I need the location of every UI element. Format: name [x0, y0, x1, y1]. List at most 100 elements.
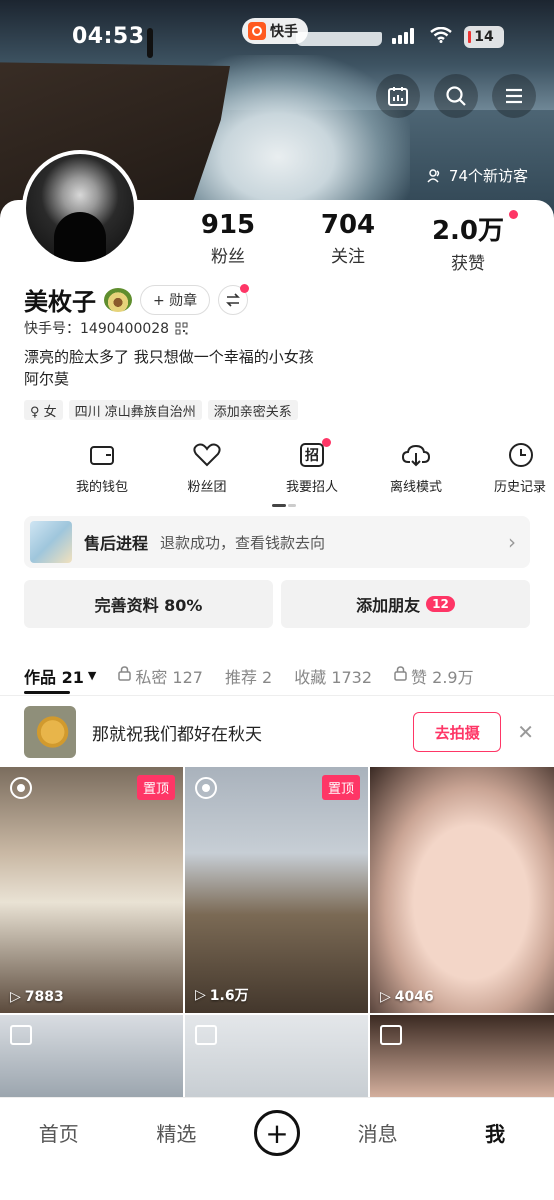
stat-label: 关注 [331, 247, 365, 267]
create-button[interactable]: + [253, 1110, 300, 1156]
menu-button[interactable] [492, 74, 536, 118]
tool-recruit[interactable]: 招 我要招人 [262, 438, 362, 495]
play-icon: ▷ [195, 987, 206, 1003]
play-count: ▷ 7883 [10, 989, 64, 1005]
kuaishou-logo-icon [248, 22, 266, 40]
stat-label: 获赞 [451, 254, 485, 274]
wifi-icon [430, 24, 452, 48]
play-count-value: 1.6万 [209, 988, 249, 1004]
avatar[interactable] [22, 150, 138, 266]
tool-label: 历史记录 [494, 480, 547, 495]
profile-tags: ♀ 女 四川 凉山彝族自治州 添加亲密关系 [24, 400, 298, 420]
tab-recommend[interactable]: 推荐 2 [225, 656, 272, 696]
promo-banner: 那就祝我们都好在秋天 去拍摄 ✕ [24, 706, 534, 758]
kuaishou-id[interactable]: 快手号：1490400028 [24, 318, 188, 338]
tab-works[interactable]: 作品 21 ▼ [24, 656, 96, 696]
battery-level: 14 [474, 29, 494, 45]
play-count-value: 7883 [24, 989, 64, 1005]
video-thumbnail[interactable] [0, 1015, 183, 1099]
stat-likes[interactable]: 2.0万 获赞 [408, 210, 528, 274]
video-thumbnail[interactable]: 置顶 ▷ 7883 [0, 767, 183, 1013]
complete-profile-button[interactable]: 完善资料 80% [24, 580, 273, 628]
plus-icon: + [265, 1116, 289, 1150]
after-sales-desc: 退款成功，查看钱款去向 [160, 533, 326, 552]
relationship-tag[interactable]: 添加亲密关系 [207, 400, 298, 420]
after-sales-thumbnail [30, 521, 72, 563]
tool-label: 我的钱包 [75, 480, 128, 495]
battery-icon: 14 [464, 26, 504, 48]
add-friend-button[interactable]: 添加朋友 12 [281, 580, 530, 628]
image-post-icon [380, 1025, 402, 1045]
after-sales-banner[interactable]: 售后进程 退款成功，查看钱款去向 › [24, 516, 530, 568]
nav-featured[interactable]: 精选 [136, 1112, 216, 1147]
live-photo-icon [10, 777, 32, 799]
search-button[interactable] [434, 74, 478, 118]
avocado-icon [104, 287, 132, 312]
tool-offline[interactable]: 离线模式 [366, 440, 466, 495]
app-name: 快手 [270, 24, 298, 40]
tool-wallet[interactable]: 我的钱包 [52, 440, 152, 495]
friend-count-badge: 12 [426, 596, 455, 612]
video-thumbnail[interactable] [370, 1015, 554, 1099]
badge-button[interactable]: + 勋章 [140, 284, 211, 315]
tab-likes[interactable]: 赞 2.9万 [394, 656, 474, 696]
download-icon [401, 440, 431, 470]
visitors-count: 74个新访客 [448, 167, 528, 185]
switch-account-button[interactable] [218, 283, 250, 315]
bottom-nav: 首页 精选 + 消息 我 [0, 1097, 554, 1200]
profile-stats: 915 粉丝 704 关注 2.0万 获赞 [168, 210, 538, 274]
tool-fan-club[interactable]: 粉丝团 [157, 440, 257, 495]
app-indicator: 快手 [242, 18, 308, 44]
notification-dot [240, 283, 250, 293]
tool-history[interactable]: 历史记录 [470, 440, 554, 495]
visitors-link[interactable]: 74个新访客 [427, 165, 528, 186]
calendar-button[interactable] [376, 74, 420, 118]
bio-line: 漂亮的脸太多了 我只想做一个幸福的小女孩 [24, 348, 314, 366]
stat-followers[interactable]: 915 粉丝 [168, 210, 288, 274]
bio: 漂亮的脸太多了 我只想做一个幸福的小女孩 阿尔莫 [24, 346, 314, 390]
nav-home[interactable]: 首页 [19, 1112, 99, 1147]
heart-icon [192, 440, 222, 470]
nav-messages[interactable]: 消息 [338, 1112, 418, 1147]
profile-name: 美枚子 [24, 288, 96, 316]
status-bar: 04:53 快手 14 [0, 0, 554, 72]
tab-label: 私密 127 [135, 667, 203, 687]
qrcode-icon [175, 322, 188, 334]
lock-icon [118, 666, 132, 685]
tool-label: 我要招人 [285, 480, 338, 495]
stat-label: 粉丝 [211, 247, 245, 267]
close-icon[interactable]: ✕ [517, 720, 534, 744]
pinned-badge: 置顶 [136, 775, 175, 800]
tab-label: 作品 21 [24, 667, 84, 687]
image-post-icon [10, 1025, 32, 1045]
promo-thumbnail [24, 706, 76, 758]
tab-favorites[interactable]: 收藏 1732 [294, 656, 372, 696]
tab-private[interactable]: 私密 127 [118, 656, 203, 696]
location-tag: 四川 凉山彝族自治州 [68, 400, 202, 420]
video-thumbnail[interactable] [185, 1015, 368, 1099]
play-icon: ▷ [10, 989, 21, 1005]
bio-line: 阿尔莫 [24, 370, 70, 388]
stat-following[interactable]: 704 关注 [288, 210, 408, 274]
go-shoot-button[interactable]: 去拍摄 [413, 712, 502, 752]
play-icon: ▷ [380, 989, 391, 1005]
tab-label: 赞 2.9万 [411, 667, 474, 687]
video-thumbnail[interactable]: ▷ 4046 [370, 767, 554, 1013]
play-count-value: 4046 [394, 989, 434, 1005]
tool-scroll-indicator [272, 504, 286, 507]
complete-profile-label: 完善资料 80% [94, 596, 203, 615]
pinned-badge: 置顶 [321, 775, 360, 800]
tool-scroll-track [288, 504, 296, 507]
tool-label: 离线模式 [389, 480, 442, 495]
notification-dot [322, 438, 331, 447]
gender-tag: ♀ 女 [24, 400, 63, 420]
video-thumbnail[interactable]: 置顶 ▷ 1.6万 [185, 767, 368, 1013]
tab-label: 收藏 1732 [294, 667, 373, 687]
visitors-icon [427, 168, 440, 183]
name-row: 美枚子 + 勋章 [24, 282, 250, 317]
action-buttons: 完善资料 80% 添加朋友 12 [24, 580, 530, 628]
add-friend-label: 添加朋友 [356, 596, 421, 615]
notification-dot [509, 210, 518, 219]
avatar-image [26, 154, 134, 262]
nav-me[interactable]: 我 [455, 1112, 535, 1147]
